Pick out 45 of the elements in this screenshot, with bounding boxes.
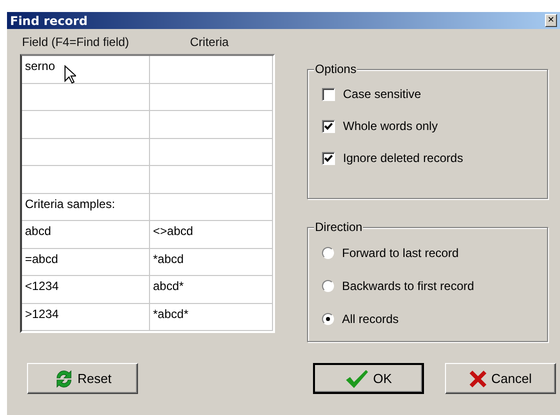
radio-label: Backwards to first record <box>342 278 474 292</box>
ok-button[interactable]: OK <box>313 363 424 394</box>
grid-cell[interactable] <box>22 138 150 166</box>
cancel-button[interactable]: Cancel <box>445 363 556 394</box>
grid-cell[interactable]: <1234 <box>22 276 150 304</box>
checkbox-label: Ignore deleted records <box>343 151 464 165</box>
checkbox-label: Case sensitive <box>343 87 422 101</box>
checkbox[interactable] <box>322 152 335 164</box>
grid-cell[interactable]: =abcd <box>22 248 150 276</box>
grid-cell[interactable]: serno <box>22 56 150 84</box>
grid-cell[interactable]: *abcd* <box>150 304 273 331</box>
reset-button[interactable]: Reset <box>27 363 138 394</box>
check-icon <box>345 368 370 388</box>
window-title: Find record <box>10 14 88 28</box>
column-header: Field (F4=Find field) <box>21 34 130 48</box>
pointer-icon <box>64 65 76 84</box>
radio-label: Forward to last record <box>342 246 459 260</box>
grid-cell[interactable] <box>150 56 273 84</box>
grid-cell[interactable] <box>22 166 150 194</box>
grid-cell[interactable]: Criteria samples: <box>22 194 150 221</box>
cross-icon <box>469 370 488 388</box>
grid-cell[interactable] <box>150 166 273 194</box>
column-header: Criteria <box>189 34 230 48</box>
grid-cell[interactable] <box>22 84 150 111</box>
radio-button[interactable] <box>322 280 334 292</box>
group-title: Options <box>314 62 358 76</box>
close-button[interactable]: × <box>545 14 557 27</box>
grid-cell[interactable] <box>150 111 273 138</box>
grid-cell[interactable] <box>150 84 273 111</box>
radio-button[interactable] <box>322 312 334 324</box>
grid-cell[interactable]: <>abcd <box>150 221 273 248</box>
checkbox-label: Whole words only <box>343 119 438 133</box>
group-title: Direction <box>314 220 364 234</box>
checkbox[interactable] <box>322 120 335 132</box>
grid-cell[interactable]: abcd* <box>150 276 273 304</box>
radio-label: All records <box>342 312 399 326</box>
grid-cell[interactable]: >1234 <box>22 304 150 331</box>
radio-button[interactable] <box>322 246 334 258</box>
grid-cell[interactable] <box>150 138 273 166</box>
checkbox[interactable] <box>322 88 335 100</box>
refresh-icon <box>54 368 74 388</box>
grid-cell[interactable]: abcd <box>22 221 150 248</box>
grid-cell[interactable] <box>150 194 273 221</box>
grid-cell[interactable] <box>22 111 150 138</box>
grid-cell[interactable]: *abcd <box>150 248 273 276</box>
